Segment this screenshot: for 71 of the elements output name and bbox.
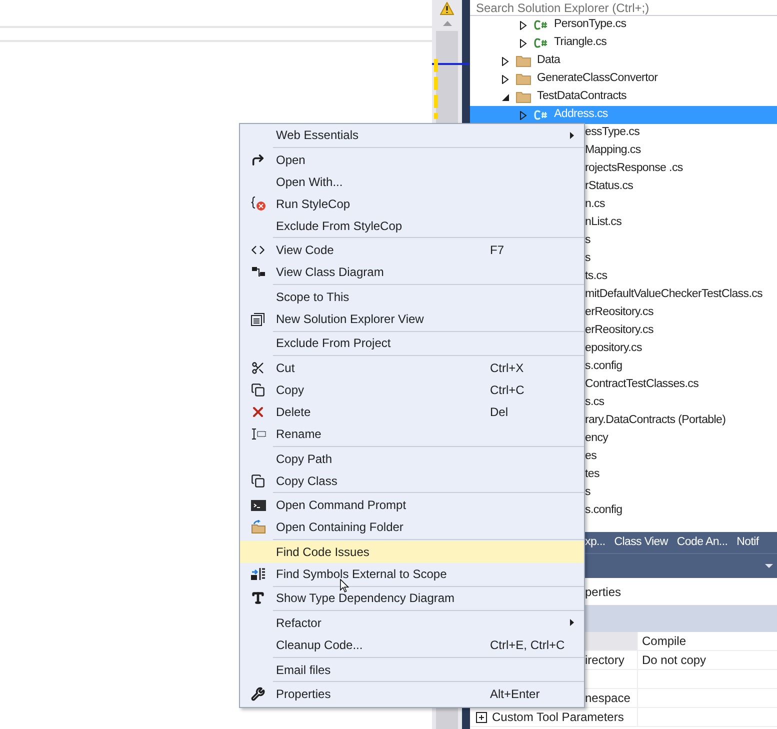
window-list-icon: [251, 312, 265, 326]
search-field[interactable]: Search Solution Explorer (Ctrl+;): [470, 0, 777, 16]
menu-item[interactable]: Refactor: [240, 612, 584, 634]
expand-arrow-icon[interactable]: [520, 110, 527, 120]
mouse-cursor-icon: [340, 579, 349, 593]
menu-item[interactable]: Cleanup Code... Ctrl+E, Ctrl+C: [240, 634, 584, 656]
type-icon: [251, 591, 265, 606]
folder-icon: [516, 55, 531, 67]
menu-item[interactable]: Scope to This: [240, 286, 584, 308]
menu-item[interactable]: Properties Alt+Enter: [240, 683, 584, 706]
property-value-cell[interactable]: Do not copy: [638, 651, 777, 669]
menu-item[interactable]: View Code F7: [240, 239, 584, 262]
tree-item[interactable]: Data: [470, 52, 777, 70]
copy-icon: [251, 474, 265, 488]
submenu-arrow-icon: [570, 619, 574, 626]
menu-item[interactable]: Open Containing Folder: [240, 516, 584, 538]
menu-item[interactable]: Cut Ctrl+X: [240, 356, 584, 379]
collapse-arrow-icon[interactable]: [502, 94, 509, 100]
property-value-cell[interactable]: Compile: [638, 632, 777, 650]
change-marker: [434, 59, 438, 119]
menu-item[interactable]: Open Command Prompt: [240, 494, 584, 516]
menu-item[interactable]: Show Type Dependency Diagram: [240, 587, 584, 610]
forward-arrow-icon: [251, 152, 265, 167]
expand-arrow-icon[interactable]: [502, 56, 509, 66]
menu-item[interactable]: Copy Ctrl+C: [240, 378, 584, 401]
cut-icon: [251, 360, 265, 375]
menu-item[interactable]: Email files: [240, 658, 584, 681]
find-symbols-icon: [250, 566, 266, 581]
command-prompt-icon: [250, 500, 266, 511]
tool-tab[interactable]: Code An...: [676, 534, 728, 552]
menu-item[interactable]: Run StyleCop: [240, 192, 584, 215]
tool-tab[interactable]: Class View: [614, 534, 668, 552]
tree-item[interactable]: Triangle.cs: [470, 34, 777, 52]
folder-icon: [516, 73, 531, 85]
menu-item[interactable]: Delete Del: [240, 400, 584, 423]
menu-item[interactable]: Open: [240, 148, 584, 171]
wrench-icon: [251, 687, 265, 702]
csharp-file-icon: [534, 110, 548, 120]
rename-icon: [250, 428, 266, 440]
dropdown-arrow-icon[interactable]: [765, 564, 773, 568]
expand-arrow-icon[interactable]: [520, 20, 527, 30]
csharp-file-icon: [534, 20, 548, 30]
class-diagram-icon: [250, 266, 266, 279]
tool-tab[interactable]: Notif: [736, 534, 759, 552]
menu-item[interactable]: Rename: [240, 422, 584, 445]
expand-arrow-icon[interactable]: [520, 38, 527, 48]
menu-item[interactable]: New Solution Explorer View: [240, 308, 584, 330]
menu-item[interactable]: Copy Path: [240, 448, 584, 470]
menu-item[interactable]: Open With...: [240, 170, 584, 193]
properties-subject: perties: [584, 584, 622, 600]
caret-line-marker: [432, 63, 470, 65]
menu-item[interactable]: View Class Diagram: [240, 261, 584, 284]
expand-box-icon[interactable]: [476, 712, 487, 722]
tree-item[interactable]: TestDataContracts: [470, 88, 777, 106]
menu-item[interactable]: Find Symbols External to Scope: [240, 562, 584, 585]
menu-item[interactable]: Exclude From Project: [240, 332, 584, 354]
csharp-file-icon: [534, 38, 548, 48]
copy-icon: [251, 382, 265, 397]
warning-icon: [440, 2, 454, 15]
folder-icon: [516, 91, 531, 103]
tree-item[interactable]: GenerateClassConvertor: [470, 70, 777, 88]
tool-tab[interactable]: xp...: [585, 534, 606, 552]
expand-arrow-icon[interactable]: [502, 74, 509, 84]
folder-open-icon: [250, 520, 266, 534]
menu-item[interactable]: Exclude From StyleCop: [240, 214, 584, 237]
menu-item[interactable]: Web Essentials: [240, 124, 584, 146]
menu-item[interactable]: Find Code Issues: [240, 540, 584, 563]
menu-item[interactable]: Copy Class: [240, 470, 584, 492]
submenu-arrow-icon: [570, 132, 574, 138]
stylecop-error-icon: [250, 196, 266, 212]
tree-item[interactable]: PersonType.cs: [470, 16, 777, 34]
